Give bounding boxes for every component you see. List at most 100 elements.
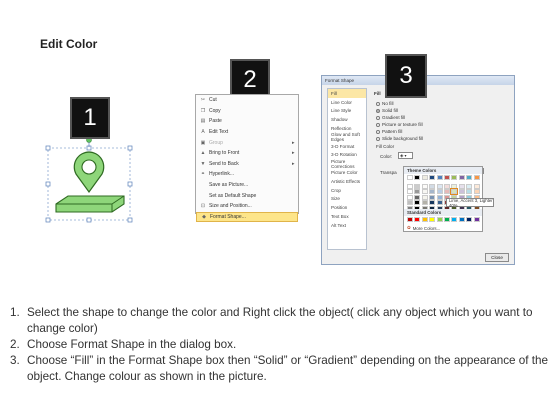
theme-color-swatch[interactable] [421, 200, 428, 206]
theme-color-swatch[interactable] [429, 175, 436, 180]
theme-color-swatch[interactable] [421, 183, 428, 189]
theme-color-swatch[interactable] [414, 200, 421, 206]
theme-color-swatch[interactable] [414, 175, 421, 180]
theme-color-swatch[interactable] [421, 189, 428, 195]
page-title: Edit Color [40, 37, 98, 51]
theme-color-swatch[interactable] [414, 194, 421, 200]
theme-color-swatch[interactable] [458, 175, 465, 180]
context-menu: ✂ Cut ❐ Copy ▤ Paste A Edit Text ▣ Group ▸ ▲ Br… [195, 94, 299, 223]
menu-item-bring-to-front[interactable]: ▲ Bring to Front ▸ [196, 148, 298, 159]
menu-item-set-default-shape[interactable]: Set as Default Shape [196, 190, 298, 201]
category-line-color[interactable]: Line Color [328, 98, 366, 107]
standard-color-swatch[interactable] [421, 217, 428, 222]
standard-color-row [404, 217, 484, 225]
theme-color-swatch[interactable] [436, 200, 443, 206]
category-picture-color[interactable]: Picture Color [328, 168, 366, 177]
theme-color-swatch[interactable] [429, 189, 436, 195]
menu-item-edit-text[interactable]: A Edit Text [196, 127, 298, 138]
category-picture-corrections[interactable]: Picture Corrections [328, 159, 366, 169]
theme-color-swatch[interactable] [450, 188, 459, 196]
category-fill[interactable]: Fill [328, 89, 366, 98]
theme-color-swatch[interactable] [444, 183, 450, 189]
category-alt-text[interactable]: Alt Text [328, 221, 366, 230]
theme-color-swatch[interactable] [407, 189, 413, 195]
theme-color-swatch[interactable] [444, 175, 450, 180]
option-no-fill[interactable]: No fill [376, 101, 394, 106]
menu-item-cut[interactable]: ✂ Cut [196, 95, 298, 106]
theme-color-swatch[interactable] [466, 175, 473, 180]
category-text-box[interactable]: Text Box [328, 212, 366, 221]
theme-colors-header: Theme Colors [404, 167, 482, 174]
standard-color-swatch[interactable] [451, 217, 458, 222]
standard-color-swatch[interactable] [429, 217, 436, 222]
theme-color-swatch[interactable] [466, 189, 473, 195]
standard-color-swatch[interactable] [414, 217, 421, 222]
category-position[interactable]: Position [328, 203, 366, 212]
menu-item-hyperlink[interactable]: ⚭ Hyperlink... [196, 169, 298, 180]
category-glow[interactable]: Glow and Soft Edges [328, 132, 366, 142]
option-picture-fill[interactable]: Picture or texture fill [376, 122, 423, 127]
menu-item-group[interactable]: ▣ Group ▸ [196, 137, 298, 148]
theme-color-swatch[interactable] [473, 175, 480, 180]
theme-color-swatch[interactable] [414, 183, 421, 189]
category-line-style[interactable]: Line Style [328, 107, 366, 116]
theme-color-swatch[interactable] [421, 175, 428, 180]
theme-color-swatch[interactable] [473, 183, 480, 189]
theme-color-swatch[interactable] [436, 175, 443, 180]
menu-item-paste[interactable]: ▤ Paste [196, 116, 298, 127]
theme-color-swatch[interactable] [429, 200, 436, 206]
option-slide-background-fill[interactable]: Slide background fill [376, 136, 423, 141]
category-artistic-effects[interactable]: Artistic Effects [328, 177, 366, 186]
theme-color-swatch[interactable] [407, 194, 413, 200]
theme-color-swatch[interactable] [458, 189, 465, 195]
standard-color-swatch[interactable] [444, 217, 450, 222]
theme-color-swatch[interactable] [414, 189, 421, 195]
chevron-right-icon: ▸ [292, 150, 295, 157]
theme-color-swatch[interactable] [466, 183, 473, 189]
theme-color-swatch[interactable] [407, 183, 413, 189]
standard-color-swatch[interactable] [407, 217, 413, 222]
category-list: Fill Line Color Line Style Shadow Reflec… [327, 88, 367, 250]
copy-icon: ❐ [200, 107, 206, 114]
close-button[interactable]: Close [485, 253, 509, 262]
radio-icon [376, 129, 380, 134]
map-pin-shape[interactable] [40, 130, 140, 230]
instruction-step: 1. Select the shape to change the color a… [10, 306, 533, 335]
theme-color-swatch[interactable] [436, 183, 443, 189]
menu-item-send-to-back[interactable]: ▼ Send to Back ▸ [196, 159, 298, 170]
menu-item-size-position[interactable]: ⊡ Size and Position... [196, 201, 298, 212]
chevron-right-icon: ▸ [292, 139, 295, 146]
color-tooltip: Lime, Accent 3, Lighter 40% [446, 198, 494, 208]
option-gradient-fill[interactable]: Gradient fill [376, 115, 405, 120]
theme-color-swatch[interactable] [451, 183, 458, 189]
color-wheel-icon: ✿ [407, 225, 411, 230]
standard-color-swatch[interactable] [466, 217, 473, 222]
theme-color-swatch[interactable] [451, 175, 458, 180]
menu-item-save-as-picture[interactable]: Save as Picture... [196, 180, 298, 191]
category-shadow[interactable]: Shadow [328, 115, 366, 124]
standard-color-swatch[interactable] [436, 217, 443, 222]
theme-color-swatch[interactable] [407, 200, 413, 206]
option-solid-fill[interactable]: Solid fill [376, 108, 398, 113]
instruction-step: 2. Choose Format Shape in the dialog box. [10, 338, 237, 351]
standard-color-swatch[interactable] [458, 217, 465, 222]
theme-color-swatch[interactable] [429, 183, 436, 189]
menu-item-format-shape[interactable]: ◆ Format Shape... [196, 211, 298, 223]
theme-color-swatch[interactable] [407, 175, 413, 180]
more-colors-item[interactable]: ✿ More Colors... [407, 225, 440, 231]
theme-color-swatch[interactable] [458, 183, 465, 189]
step-badge-3: 3 [385, 54, 427, 98]
category-crop[interactable]: Crop [328, 186, 366, 195]
theme-color-swatch[interactable] [436, 194, 443, 200]
category-3d-format[interactable]: 3-D Format [328, 142, 366, 151]
theme-color-swatch[interactable] [473, 189, 480, 195]
theme-color-swatch[interactable] [421, 194, 428, 200]
option-pattern-fill[interactable]: Pattern fill [376, 129, 402, 134]
standard-color-swatch[interactable] [473, 217, 480, 222]
menu-item-copy[interactable]: ❐ Copy [196, 106, 298, 117]
theme-color-swatch[interactable] [436, 189, 443, 195]
color-picker-button[interactable]: ◈ ▾ [398, 152, 413, 159]
theme-color-swatch[interactable] [444, 189, 450, 195]
category-size[interactable]: Size [328, 195, 366, 204]
theme-color-swatch[interactable] [429, 194, 436, 200]
